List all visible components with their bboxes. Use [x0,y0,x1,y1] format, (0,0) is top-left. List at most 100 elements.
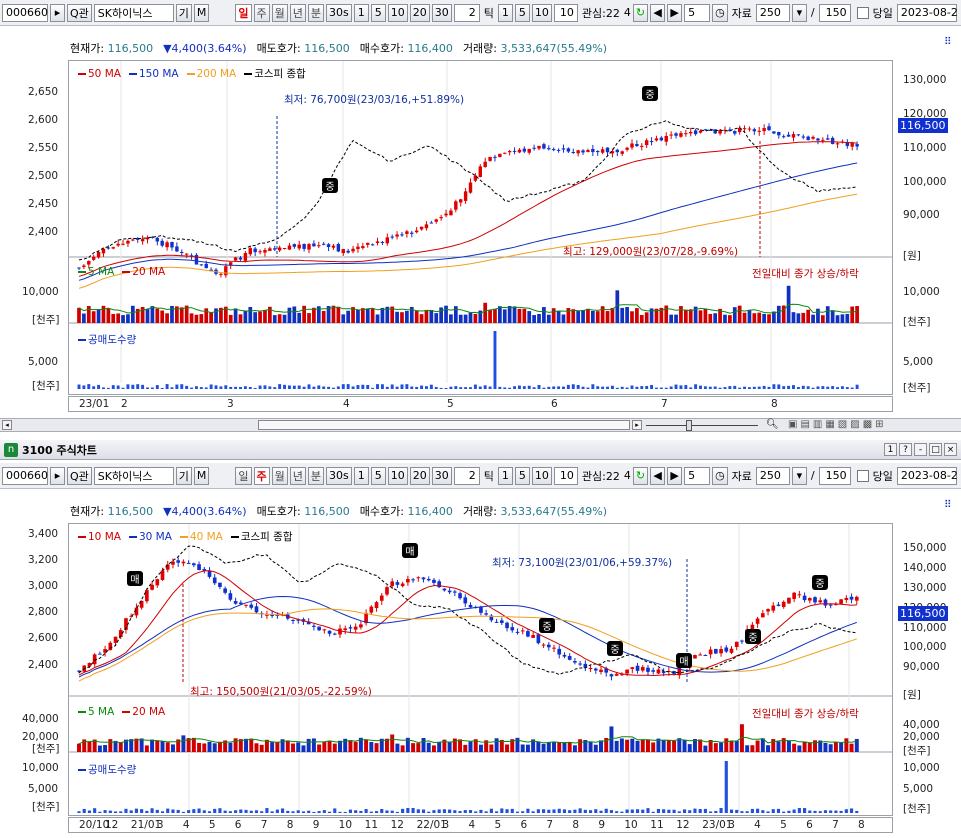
candle-body [353,626,358,630]
tick-5-button[interactable]: 5 [514,466,530,485]
period-1-button[interactable]: 1 [353,3,369,22]
date-input[interactable]: 2023-08-2 [896,466,958,485]
period-minute-button[interactable]: 분 [307,466,325,485]
today-checkbox[interactable] [856,6,869,19]
next-icon[interactable]: ▶ [667,466,683,485]
chart-tools-icons[interactable]: ▣▤▥▦▧▨▩⊞ [788,419,887,430]
period-30s-button[interactable]: 30s [326,466,352,485]
period-5-button[interactable]: 5 [370,3,386,22]
tick-input[interactable]: 10 [553,3,578,22]
settings-grid-icon[interactable]: ⠿ [944,499,952,511]
stock-code-input[interactable]: 000660 [2,466,48,485]
stock-info-button[interactable]: 기 [175,3,192,22]
total-count-input[interactable]: 150 [818,466,851,485]
short-volume-bar [97,384,101,389]
nav-count-input[interactable]: 5 [684,466,711,485]
period-10-button[interactable]: 10 [387,3,408,22]
today-checkbox[interactable] [856,469,869,482]
candle-body [651,670,656,672]
stock-memo-button[interactable]: M [193,466,210,485]
stock-info-button[interactable]: 기 [175,466,192,485]
period-day-button[interactable]: 일 [235,3,252,22]
scroll-thumb[interactable] [258,420,630,430]
scroll-right-icon[interactable]: ▸ [632,420,642,430]
minimize-button[interactable]: - [914,443,927,456]
search-button[interactable]: Q관 [67,3,92,22]
period-30-button[interactable]: 30 [431,3,452,22]
tick-value-input[interactable]: 2 [453,3,480,22]
chevron-down-icon[interactable]: ▾ [791,3,807,22]
total-count-input[interactable]: 150 [818,3,851,22]
short-volume-bar [278,384,282,389]
window-number-button[interactable]: 1 [884,443,897,456]
period-week-button[interactable]: 주 [253,466,270,485]
tick-10-button[interactable]: 10 [531,3,552,22]
period-year-button[interactable]: 년 [289,3,306,22]
period-month-button[interactable]: 월 [271,466,288,485]
code-dropdown-button[interactable]: ▸ [50,466,65,485]
short-volume-bar [224,385,228,389]
chevron-down-icon[interactable]: ▾ [791,466,807,485]
candle-body [567,656,572,660]
zoom-icon[interactable]: 🔍︎ [766,419,779,430]
data-count-select[interactable]: 250 [755,466,790,485]
stock-name-field[interactable]: SK하이닉스 [93,3,174,22]
scroll-left-icon[interactable]: ◂ [2,420,12,430]
clock-icon[interactable]: ◷ [712,466,728,485]
period-year-button[interactable]: 년 [289,466,306,485]
candle-body [708,649,713,655]
zoom-slider-handle[interactable] [686,420,692,431]
volume-bar [272,315,277,323]
clock-icon[interactable]: ◷ [712,3,728,22]
next-icon[interactable]: ▶ [667,3,683,22]
period-5-button[interactable]: 5 [370,466,386,485]
tick-1-button[interactable]: 1 [497,3,513,22]
volume-bar [282,314,287,323]
period-week-button[interactable]: 주 [253,3,270,22]
tick-1-button[interactable]: 1 [497,466,513,485]
volume-bar [630,311,634,323]
short-left-unit: [천주] [32,801,60,813]
zoom-slider-track[interactable] [646,425,758,426]
volume-bar [666,740,671,752]
help-button[interactable]: ? [899,443,912,456]
close-button[interactable]: × [944,443,957,456]
refresh-icon[interactable]: ↻ [632,466,649,485]
data-count-select[interactable]: 250 [755,3,790,22]
volume-bar [776,741,781,752]
volume-bar [844,738,849,752]
short-volume-bar [713,386,717,389]
search-button[interactable]: Q관 [67,466,92,485]
period-1-button[interactable]: 1 [353,466,369,485]
refresh-icon[interactable]: ↻ [632,3,649,22]
stock-memo-button[interactable]: M [193,3,210,22]
period-month-button[interactable]: 월 [271,3,288,22]
short-left-tick: 10,000 [22,762,59,774]
top-chart-scrollbar[interactable]: ◂ ▸ 🔍︎ ▣▤▥▦▧▨▩⊞ [0,418,961,432]
period-30-button[interactable]: 30 [431,466,452,485]
tick-value-input[interactable]: 2 [453,466,480,485]
period-10-button[interactable]: 10 [387,466,408,485]
period-day-button[interactable]: 일 [235,466,252,485]
period-20-button[interactable]: 20 [409,466,430,485]
volume-bar [489,744,494,752]
date-input[interactable]: 2023-08-2 [896,3,958,22]
tick-10-button[interactable]: 10 [531,466,552,485]
tick-input[interactable]: 10 [553,466,578,485]
maximize-button[interactable]: □ [929,443,942,456]
tick-5-button[interactable]: 5 [514,3,530,22]
code-dropdown-button[interactable]: ▸ [50,3,65,22]
period-minute-button[interactable]: 분 [307,3,325,22]
period-30s-button[interactable]: 30s [326,3,352,22]
prev-icon[interactable]: ◀ [650,3,666,22]
settings-grid-icon[interactable]: ⠿ [944,36,952,48]
prev-icon[interactable]: ◀ [650,466,666,485]
left-axis-tick: 2,650 [28,86,59,98]
volume-bar [732,307,737,323]
stock-code-input[interactable]: 000660 [2,3,48,22]
right-axis-tick: 130,000 [903,582,947,594]
nav-count-input[interactable]: 5 [684,3,711,22]
volume-bar [395,743,400,752]
stock-name-field[interactable]: SK하이닉스 [93,466,174,485]
period-20-button[interactable]: 20 [409,3,430,22]
